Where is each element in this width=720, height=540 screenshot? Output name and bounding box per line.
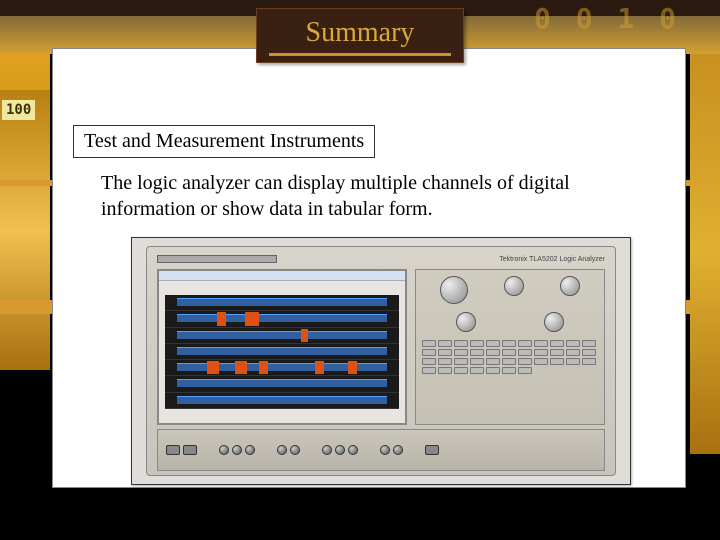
slide-title: Summary bbox=[306, 17, 415, 48]
port-icon bbox=[425, 445, 439, 455]
knob-icon bbox=[456, 312, 476, 332]
button-icon bbox=[518, 367, 532, 374]
button-icon bbox=[438, 349, 452, 356]
button-icon bbox=[438, 358, 452, 365]
instrument-screen bbox=[157, 269, 407, 425]
section-heading-text: Test and Measurement Instruments bbox=[84, 130, 364, 152]
button-icon bbox=[534, 358, 548, 365]
button-icon bbox=[470, 367, 484, 374]
button-icon bbox=[550, 358, 564, 365]
port-icon bbox=[219, 445, 229, 455]
button-icon bbox=[534, 340, 548, 347]
slide-footer: Floyd, Digital Fundamentals, 10th ed © 2… bbox=[0, 515, 720, 532]
button-icon bbox=[486, 340, 500, 347]
knob-icon bbox=[560, 276, 580, 296]
body-text: The logic analyzer can display multiple … bbox=[101, 171, 661, 222]
button-icon bbox=[582, 358, 596, 365]
button-icon bbox=[422, 349, 436, 356]
button-icon bbox=[422, 340, 436, 347]
button-icon bbox=[470, 349, 484, 356]
knob-icon bbox=[504, 276, 524, 296]
port-icon bbox=[290, 445, 300, 455]
footer-left: Floyd, Digital Fundamentals, 10th ed bbox=[0, 515, 255, 532]
button-icon bbox=[438, 367, 452, 374]
button-icon bbox=[502, 349, 516, 356]
section-heading: Test and Measurement Instruments bbox=[73, 125, 375, 158]
bg-strip bbox=[0, 90, 50, 370]
instrument-brand: Tektronix TLA5202 Logic Analyzer bbox=[499, 256, 605, 263]
title-banner: Summary bbox=[256, 8, 464, 63]
logic-analyzer: Tektronix TLA5202 Logic Analyzer bbox=[146, 246, 616, 476]
decor-digits: 0 0 1 0 bbox=[534, 2, 680, 35]
button-grid bbox=[422, 340, 598, 374]
knob-icon bbox=[544, 312, 564, 332]
button-icon bbox=[566, 340, 580, 347]
footer-sup: th bbox=[196, 515, 204, 525]
footer-book: Floyd, Digital Fundamentals, 10 bbox=[18, 516, 196, 531]
button-icon bbox=[566, 358, 580, 365]
button-icon bbox=[550, 349, 564, 356]
button-icon bbox=[422, 367, 436, 374]
port-icon bbox=[322, 445, 332, 455]
button-icon bbox=[486, 349, 500, 356]
disk-slot bbox=[157, 255, 277, 263]
port-icon bbox=[348, 445, 358, 455]
button-icon bbox=[518, 358, 532, 365]
bg-strip bbox=[690, 54, 720, 454]
decor-digits: 100 bbox=[2, 100, 35, 120]
button-icon bbox=[470, 358, 484, 365]
button-icon bbox=[454, 358, 468, 365]
port-icon bbox=[183, 445, 197, 455]
knob-icon bbox=[440, 276, 468, 304]
button-icon bbox=[422, 358, 436, 365]
button-icon bbox=[470, 340, 484, 347]
front-panel bbox=[157, 429, 605, 471]
port-icon bbox=[166, 445, 180, 455]
button-icon bbox=[502, 340, 516, 347]
button-icon bbox=[582, 340, 596, 347]
button-icon bbox=[454, 349, 468, 356]
button-icon bbox=[518, 349, 532, 356]
button-icon bbox=[454, 340, 468, 347]
button-icon bbox=[486, 358, 500, 365]
button-icon bbox=[566, 349, 580, 356]
button-icon bbox=[518, 340, 532, 347]
footer-copyright: © 2009 Pearson Education, Upper Saddle R… bbox=[273, 519, 642, 531]
footer-ed: ed bbox=[204, 516, 220, 531]
port-icon bbox=[380, 445, 390, 455]
instrument-main bbox=[157, 269, 605, 425]
button-icon bbox=[550, 340, 564, 347]
port-icon bbox=[245, 445, 255, 455]
screen-menu bbox=[159, 271, 405, 281]
button-icon bbox=[502, 358, 516, 365]
title-underline bbox=[269, 53, 451, 56]
body-text-content: The logic analyzer can display multiple … bbox=[101, 172, 570, 220]
button-icon bbox=[454, 367, 468, 374]
button-icon bbox=[534, 349, 548, 356]
button-icon bbox=[486, 367, 500, 374]
button-icon bbox=[438, 340, 452, 347]
content-panel: Test and Measurement Instruments The log… bbox=[52, 48, 686, 488]
control-panel bbox=[415, 269, 605, 425]
instrument-top: Tektronix TLA5202 Logic Analyzer bbox=[157, 253, 605, 265]
button-icon bbox=[582, 349, 596, 356]
port-icon bbox=[232, 445, 242, 455]
port-icon bbox=[335, 445, 345, 455]
waveform-display bbox=[165, 295, 399, 409]
instrument-photo: Tektronix TLA5202 Logic Analyzer bbox=[131, 237, 631, 485]
footer-right: © 2009 Pearson Education, Upper Saddle R… bbox=[255, 519, 720, 531]
button-icon bbox=[502, 367, 516, 374]
port-icon bbox=[277, 445, 287, 455]
port-icon bbox=[393, 445, 403, 455]
